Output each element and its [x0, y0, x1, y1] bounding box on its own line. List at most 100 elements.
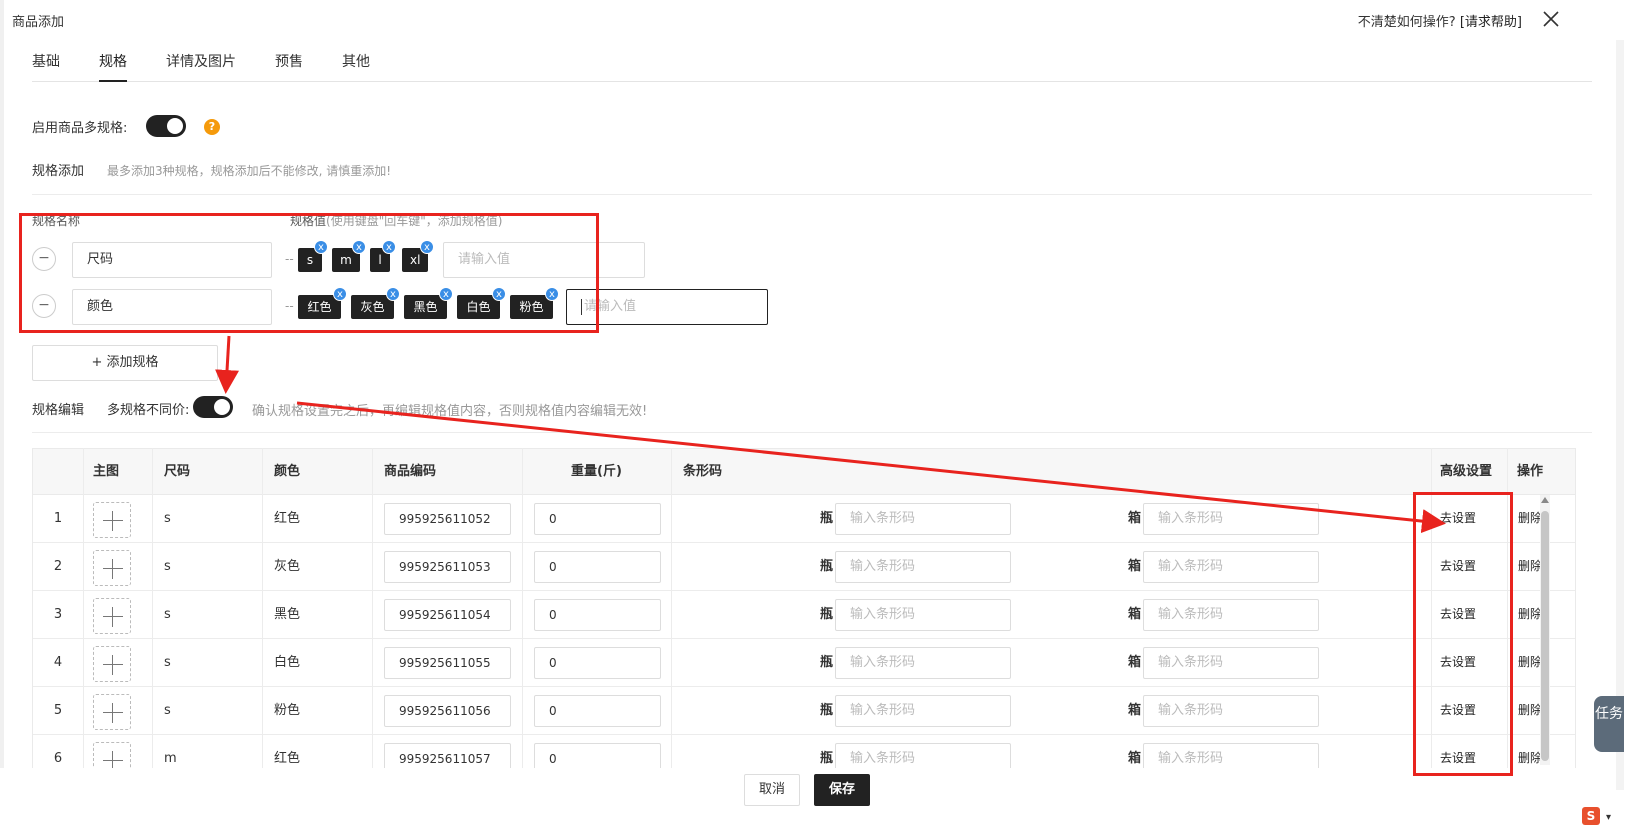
upload-image-icon[interactable]: [93, 502, 131, 538]
close-icon[interactable]: [1540, 8, 1562, 30]
tab-spec[interactable]: 规格: [99, 52, 127, 82]
code-input[interactable]: 995925611054: [384, 599, 511, 631]
annotation-spec-box: [19, 213, 599, 333]
bottle-barcode-input[interactable]: 输入条形码: [835, 503, 1011, 535]
dialog-title: 商品添加: [12, 15, 65, 30]
spec-edit-hint: 确认规格设置完之后，再编辑规格值内容，否则规格值内容编辑无效!: [252, 404, 648, 419]
row-index: 6: [53, 751, 63, 766]
weight-input[interactable]: 0: [534, 503, 661, 535]
box-barcode-input[interactable]: 输入条形码: [1143, 503, 1319, 535]
col-header-actions: 操作: [1517, 464, 1544, 479]
help-question-icon[interactable]: ?: [204, 119, 220, 135]
bottle-barcode-input[interactable]: 输入条形码: [835, 647, 1011, 679]
col-header-weight: 重量(斤): [571, 464, 622, 479]
help-link[interactable]: [请求帮助]: [1460, 15, 1522, 30]
scrollbar-thumb[interactable]: [1541, 511, 1549, 761]
ime-dropdown-icon[interactable]: ▾: [1606, 812, 1611, 823]
table-row: 2 s 灰色 995925611053 0 瓶 输入条形码 箱 输入条形码 去设…: [33, 543, 1575, 591]
box-barcode-input[interactable]: 输入条形码: [1143, 695, 1319, 727]
multi-spec-toggle[interactable]: [146, 115, 186, 137]
dialog-scrollbar[interactable]: [1616, 40, 1624, 790]
box-barcode-input[interactable]: 输入条形码: [1143, 647, 1319, 679]
cell-size: s: [164, 511, 171, 526]
col-header-color: 颜色: [274, 464, 301, 479]
upload-image-icon[interactable]: [93, 598, 131, 634]
cell-size: s: [164, 703, 171, 718]
bottle-barcode-input[interactable]: 输入条形码: [835, 599, 1011, 631]
help-area: 不清楚如何操作? [请求帮助]: [1358, 11, 1522, 30]
spec-add-hint: 最多添加3种规格，规格添加后不能修改, 请慎重添加!: [107, 164, 392, 178]
scroll-up-icon[interactable]: [1541, 497, 1549, 503]
toggle-knob: [214, 399, 230, 415]
left-edge-strip: [0, 0, 4, 830]
weight-input[interactable]: 0: [534, 551, 661, 583]
cell-color: 黑色: [274, 607, 301, 622]
bottle-barcode-input[interactable]: 输入条形码: [835, 743, 1011, 768]
task-side-tab[interactable]: 任务: [1594, 696, 1624, 752]
code-input[interactable]: 995925611055: [384, 647, 511, 679]
upload-image-icon[interactable]: [93, 550, 131, 586]
table-row: 4 s 白色 995925611055 0 瓶 输入条形码 箱 输入条形码 去设…: [33, 639, 1575, 687]
ime-icon[interactable]: S: [1582, 807, 1600, 825]
code-input[interactable]: 995925611057: [384, 743, 511, 768]
box-barcode-input[interactable]: 输入条形码: [1143, 551, 1319, 583]
cancel-button[interactable]: 取消: [744, 774, 800, 806]
row-index: 2: [53, 559, 63, 574]
box-label: 箱: [1128, 703, 1142, 718]
diff-price-toggle[interactable]: [193, 396, 233, 418]
box-barcode-input[interactable]: 输入条形码: [1143, 599, 1319, 631]
help-text: 不清楚如何操作?: [1357, 15, 1456, 30]
delete-link[interactable]: 删除: [1518, 495, 1542, 542]
tab-bar: 基础 规格 详情及图片 预售 其他: [32, 52, 1592, 82]
col-header-advanced: 高级设置: [1440, 464, 1493, 479]
upload-image-icon[interactable]: [93, 694, 131, 730]
delete-link[interactable]: 删除: [1518, 735, 1542, 768]
divider: [32, 432, 1592, 433]
box-label: 箱: [1128, 751, 1142, 766]
delete-link[interactable]: 删除: [1518, 639, 1542, 686]
weight-input[interactable]: 0: [534, 599, 661, 631]
delete-link[interactable]: 删除: [1518, 591, 1542, 638]
box-barcode-input[interactable]: 输入条形码: [1143, 743, 1319, 768]
diff-price-label: 多规格不同价:: [107, 403, 190, 418]
tab-details-images[interactable]: 详情及图片: [166, 52, 236, 82]
toggle-knob: [167, 118, 183, 134]
arrow-to-toggle: [215, 335, 240, 394]
cell-color: 红色: [274, 751, 301, 766]
footer-bar: [0, 768, 1614, 830]
tab-presale[interactable]: 预售: [275, 52, 303, 82]
weight-input[interactable]: 0: [534, 743, 661, 768]
cell-size: m: [164, 751, 177, 766]
bottle-label: 瓶: [820, 703, 834, 718]
upload-image-icon[interactable]: [93, 742, 131, 768]
code-input[interactable]: 995925611056: [384, 695, 511, 727]
upload-image-icon[interactable]: [93, 646, 131, 682]
box-label: 箱: [1128, 511, 1142, 526]
cell-size: s: [164, 607, 171, 622]
delete-link[interactable]: 删除: [1518, 543, 1542, 590]
table-row: 6 m 红色 995925611057 0 瓶 输入条形码 箱 输入条形码 去设…: [33, 735, 1575, 768]
weight-input[interactable]: 0: [534, 695, 661, 727]
cell-color: 灰色: [274, 559, 301, 574]
table-scrollbar[interactable]: [1540, 495, 1550, 765]
row-index: 5: [53, 703, 63, 718]
multi-spec-label: 启用商品多规格:: [32, 121, 128, 136]
bottle-label: 瓶: [820, 511, 834, 526]
col-header-code: 商品编码: [384, 464, 437, 479]
row-index: 1: [53, 511, 63, 526]
bottle-barcode-input[interactable]: 输入条形码: [835, 695, 1011, 727]
code-input[interactable]: 995925611053: [384, 551, 511, 583]
row-index: 4: [53, 655, 63, 670]
delete-link[interactable]: 删除: [1518, 687, 1542, 734]
sku-table: 主图 尺码 颜色 商品编码 重量(斤) 条形码 高级设置 操作 1 s 红色 9…: [32, 448, 1576, 768]
bottle-barcode-input[interactable]: 输入条形码: [835, 551, 1011, 583]
box-label: 箱: [1128, 655, 1142, 670]
add-spec-button[interactable]: + 添加规格: [32, 345, 218, 381]
weight-input[interactable]: 0: [534, 647, 661, 679]
tab-basic[interactable]: 基础: [32, 52, 60, 82]
code-input[interactable]: 995925611052: [384, 503, 511, 535]
box-label: 箱: [1128, 607, 1142, 622]
cell-size: s: [164, 655, 171, 670]
save-button[interactable]: 保存: [814, 774, 870, 806]
tab-other[interactable]: 其他: [342, 52, 370, 82]
